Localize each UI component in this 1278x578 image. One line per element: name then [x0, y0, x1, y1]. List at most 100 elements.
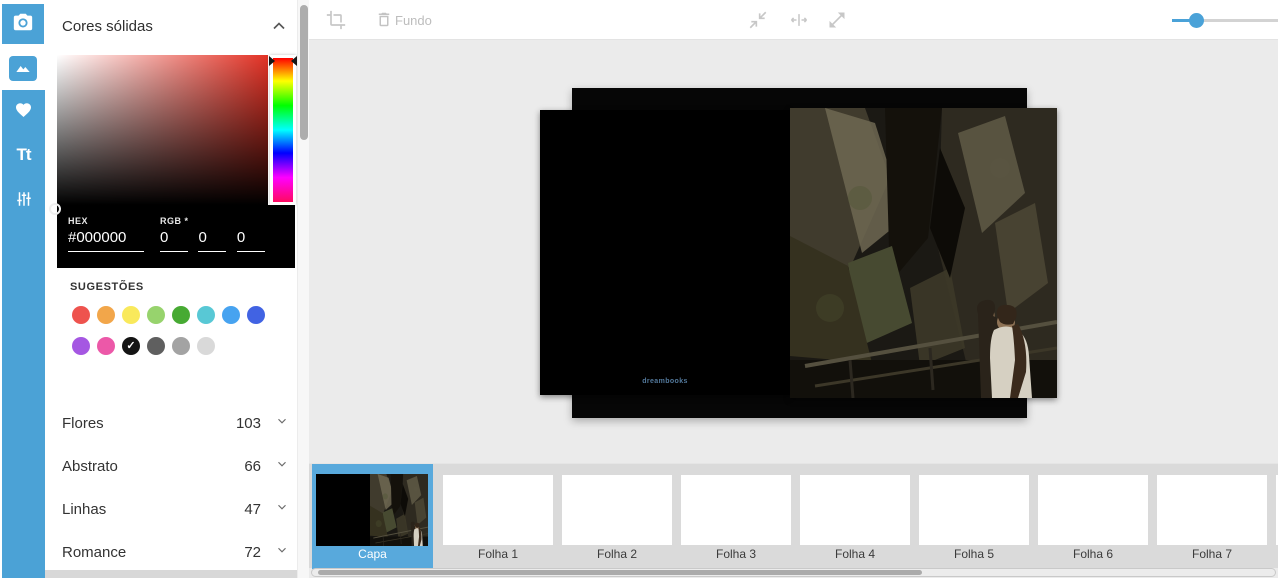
- category-row[interactable]: Abstrato66: [45, 445, 297, 488]
- zoom-slider[interactable]: [1172, 19, 1278, 22]
- swatch-row-1: [72, 306, 265, 324]
- filmstrip-label: Capa: [312, 547, 433, 561]
- sidebar-item-favorites[interactable]: [2, 101, 45, 119]
- chevron-down-icon: [275, 414, 289, 433]
- page-thumbnail: [681, 475, 791, 545]
- color-swatch[interactable]: [147, 306, 165, 324]
- category-row[interactable]: Linhas47: [45, 488, 297, 531]
- chevron-down-icon: [275, 500, 289, 519]
- category-row[interactable]: Flores103: [45, 402, 297, 445]
- color-swatch[interactable]: [197, 306, 215, 324]
- color-swatch[interactable]: [72, 306, 90, 324]
- sliders-icon: [2, 190, 45, 208]
- category-label: Linhas: [62, 501, 244, 518]
- delete-background-button[interactable]: [375, 10, 395, 30]
- hex-label: HEX: [68, 216, 146, 226]
- filmstrip-item[interactable]: Folha 3: [681, 464, 791, 569]
- color-swatch[interactable]: [97, 306, 115, 324]
- brand-text: dreambooks: [540, 378, 790, 385]
- rgb-g-input[interactable]: [198, 226, 226, 252]
- category-label: Flores: [62, 415, 236, 432]
- text-icon: Tt: [16, 145, 30, 164]
- cover-thumb-back: [316, 474, 370, 546]
- page-thumbnail: [562, 475, 672, 545]
- image-icon: [9, 56, 37, 81]
- category-label: Abstrato: [62, 458, 244, 475]
- filmstrip-label: Folha 5: [919, 547, 1029, 561]
- color-swatch[interactable]: [122, 306, 140, 324]
- cover-thumb-photo: [370, 474, 428, 546]
- editor-main: Fundo drea: [309, 0, 1278, 578]
- filmstrip: Capa Folha 1Folha 2 Folha 3 Folha 4 Folha 5 F…: [309, 463, 1278, 568]
- tool-sidebar: Tt: [0, 0, 45, 578]
- filmstrip-label: Folha 4: [800, 547, 910, 561]
- expand-arrows-icon: [827, 17, 847, 34]
- panel-scrollbar[interactable]: [297, 0, 309, 578]
- expand-spread-button[interactable]: [827, 10, 847, 30]
- chevron-down-icon: [275, 543, 289, 562]
- color-swatch[interactable]: [172, 337, 190, 355]
- filmstrip-item[interactable]: Folha 6: [1038, 464, 1148, 569]
- camera-icon: [12, 11, 34, 38]
- filmstrip-item[interactable]: Folha 5: [919, 464, 1029, 569]
- color-values-panel: HEX RGB *: [57, 205, 295, 268]
- collapse-spread-button[interactable]: [748, 10, 768, 30]
- hue-slider[interactable]: [270, 55, 296, 205]
- swatch-row-2: ✓: [72, 337, 215, 355]
- category-row[interactable]: Romance72: [45, 531, 297, 574]
- sidebar-item-photos[interactable]: [2, 4, 44, 44]
- filmstrip-label: Folha 6: [1038, 547, 1148, 561]
- trash-icon: [375, 16, 393, 33]
- heart-icon: [2, 101, 45, 119]
- saturation-picker[interactable]: [57, 55, 268, 205]
- page-thumbnail: [443, 475, 553, 545]
- color-swatch[interactable]: [147, 337, 165, 355]
- category-count: 72: [244, 544, 261, 561]
- hue-handle-left[interactable]: [269, 56, 275, 66]
- chevron-up-icon[interactable]: [269, 16, 289, 36]
- rgb-b-input[interactable]: [237, 226, 265, 252]
- cover-back-panel[interactable]: dreambooks: [540, 110, 790, 395]
- compress-arrows-icon: [748, 17, 768, 34]
- color-swatch[interactable]: [247, 306, 265, 324]
- cover-thumbnail: [316, 474, 428, 546]
- category-label: Romance: [62, 544, 244, 561]
- page-thumbnail: [800, 475, 910, 545]
- panel-title: Cores sólidas: [62, 18, 153, 35]
- crop-button[interactable]: [326, 10, 346, 30]
- category-list: Flores103Abstrato66Linhas47Romance72: [45, 402, 297, 574]
- filmstrip-item[interactable]: Folha 2: [562, 464, 672, 569]
- filmstrip-item[interactable]: Folha 4: [800, 464, 910, 569]
- hue-gradient: [273, 58, 293, 202]
- filmstrip-label: Folha 3: [681, 547, 791, 561]
- sidebar-item-backgrounds[interactable]: [0, 46, 45, 90]
- filmstrip-item[interactable]: Folha 1: [443, 464, 553, 569]
- hex-input[interactable]: [68, 226, 144, 252]
- color-swatch[interactable]: [97, 337, 115, 355]
- color-swatch[interactable]: [72, 337, 90, 355]
- filmstrip-item-capa[interactable]: Capa: [312, 464, 433, 569]
- rgb-label: RGB *: [160, 216, 290, 226]
- color-swatch[interactable]: [197, 337, 215, 355]
- color-picker-handle[interactable]: [49, 203, 61, 215]
- filmstrip-item[interactable]: Folha 7: [1157, 464, 1267, 569]
- sidebar-item-adjust[interactable]: [2, 190, 45, 208]
- color-swatch[interactable]: [172, 306, 190, 324]
- cover-photo[interactable]: [790, 108, 1057, 398]
- page-thumbnail: [1157, 475, 1267, 545]
- rgb-r-input[interactable]: [160, 226, 188, 252]
- swap-horizontal-icon: [788, 17, 810, 34]
- filmstrip-scrollbar[interactable]: [311, 568, 1276, 577]
- editor-toolbar: Fundo: [309, 0, 1278, 40]
- swap-horizontal-button[interactable]: [788, 10, 808, 30]
- color-swatch[interactable]: [222, 306, 240, 324]
- color-swatch-selected[interactable]: ✓: [122, 337, 140, 355]
- panel-footer-strip: [45, 570, 297, 578]
- zoom-slider-thumb[interactable]: [1189, 13, 1204, 28]
- filmstrip-scrollbar-thumb[interactable]: [318, 570, 922, 575]
- sidebar-item-text[interactable]: Tt: [2, 145, 45, 165]
- panel-scrollbar-thumb[interactable]: [300, 5, 308, 140]
- filmstrip-label: Folha 7: [1157, 547, 1267, 561]
- colors-panel: Cores sólidas HEX RGB * SUGESTÕES ✓: [45, 0, 297, 578]
- fundo-label: Fundo: [395, 13, 432, 28]
